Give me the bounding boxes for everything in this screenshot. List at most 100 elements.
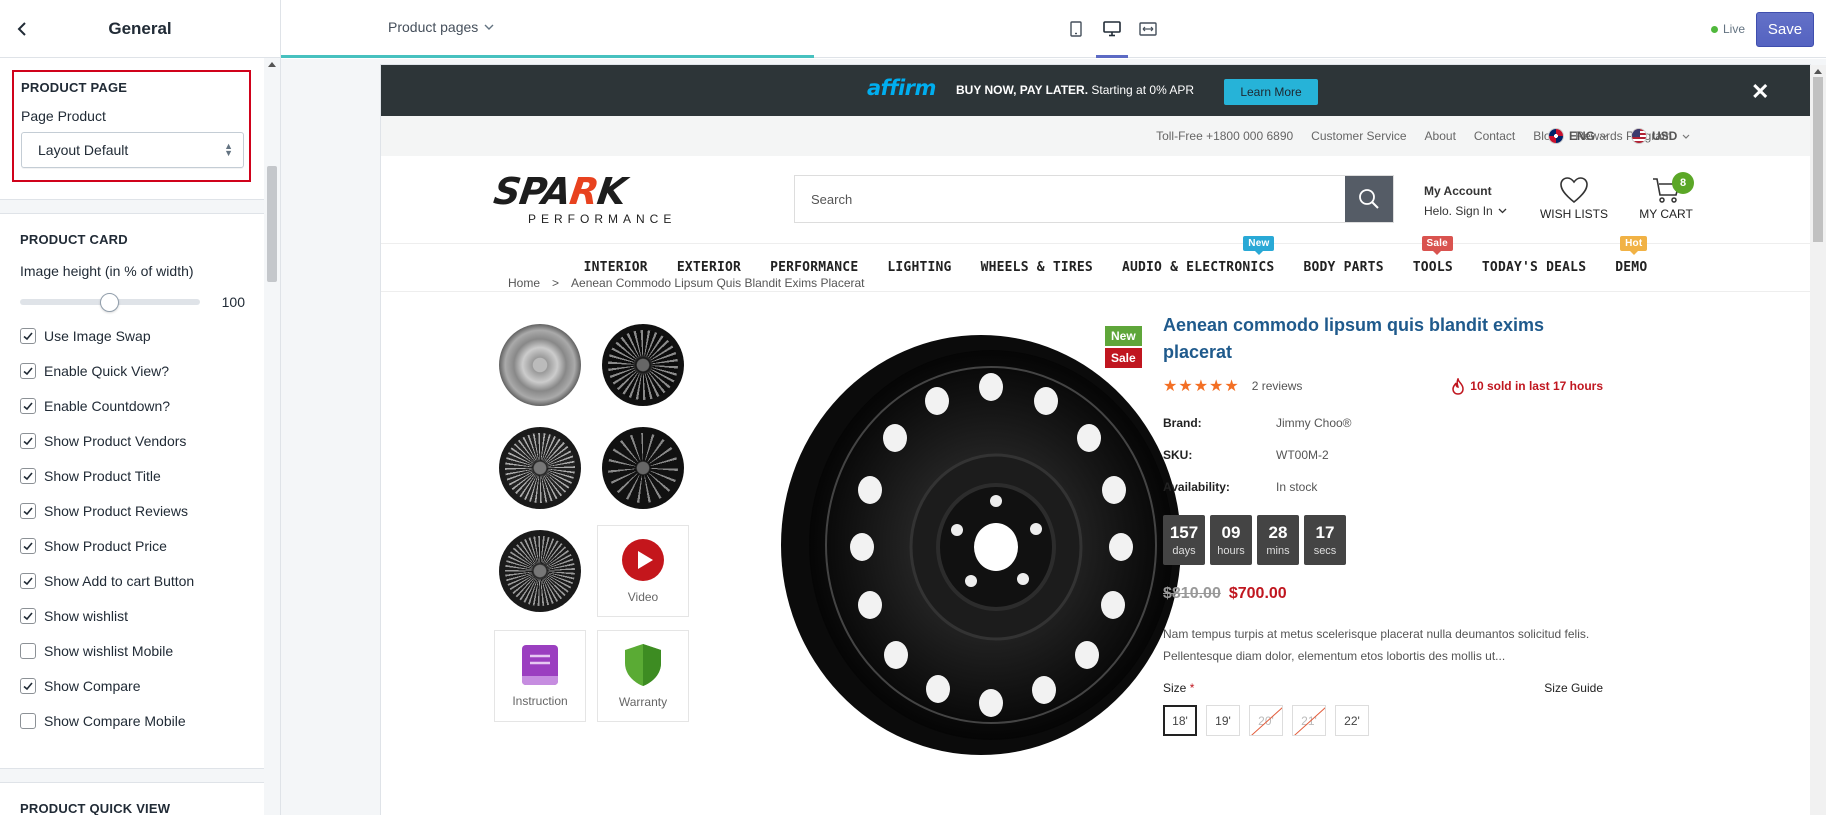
- option-enable-quick-view[interactable]: Enable Quick View?: [20, 353, 245, 388]
- slider-handle[interactable]: [100, 293, 119, 312]
- sale-badge: Sale: [1105, 348, 1142, 368]
- size-option[interactable]: 19': [1206, 705, 1240, 736]
- checkbox-unchecked[interactable]: [20, 712, 36, 729]
- page-product-select[interactable]: Layout Default ▲ ▼: [21, 132, 244, 168]
- checkmark-icon: [23, 331, 33, 340]
- option-label: Show Product Price: [44, 537, 167, 554]
- desktop-view-button[interactable]: [1096, 16, 1128, 58]
- thumbnail[interactable]: [597, 319, 689, 411]
- size-option[interactable]: 18': [1163, 705, 1197, 736]
- checkmark-icon: [23, 471, 33, 480]
- loading-progress-bar: [281, 55, 814, 58]
- checkbox-checked[interactable]: [20, 362, 36, 379]
- size-option[interactable]: 22': [1335, 705, 1369, 736]
- thumbnail[interactable]: [494, 525, 586, 617]
- checkbox-checked[interactable]: [20, 432, 36, 449]
- checkbox-checked[interactable]: [20, 537, 36, 554]
- breadcrumb-current: Aenean Commodo Lipsum Quis Blandit Exims…: [571, 276, 865, 290]
- countdown-hours: 09 hours: [1210, 515, 1252, 565]
- scrollbar-thumb[interactable]: [267, 166, 277, 282]
- thumbnail[interactable]: [597, 422, 689, 514]
- reviews-count[interactable]: 2 reviews: [1252, 379, 1303, 393]
- preview-canvas: affirm BUY NOW, PAY LATER. Starting at 0…: [281, 59, 1826, 815]
- warranty-thumbnail[interactable]: Warranty: [597, 630, 689, 722]
- card-options-list: Use Image Swap Enable Quick View? Enable C…: [20, 318, 245, 738]
- sidebar-title: General: [108, 18, 172, 38]
- live-dot-icon: [1711, 25, 1718, 33]
- video-thumbnail[interactable]: Video: [597, 525, 689, 617]
- size-guide-link[interactable]: Size Guide: [1544, 681, 1603, 695]
- select-arrows-icon: ▲ ▼: [224, 141, 233, 158]
- scrollbar-thumb[interactable]: [1813, 77, 1823, 242]
- countdown-timer: 157 days 09 hours 28 mins 17 secs: [1163, 515, 1603, 565]
- checkbox-checked[interactable]: [20, 677, 36, 694]
- chevron-left-icon: [17, 22, 26, 36]
- sold-text: 10 sold in last 17 hours: [1470, 379, 1603, 393]
- option-show-wishlist[interactable]: Show wishlist: [20, 598, 245, 633]
- product-main-image[interactable]: [751, 325, 1191, 765]
- size-header: Size * Size Guide: [1163, 681, 1603, 695]
- checkbox-unchecked[interactable]: [20, 642, 36, 659]
- sidebar-content: PRODUCT PAGE Page Product Layout Default…: [0, 58, 265, 815]
- product-area: Home > Aenean Commodo Lipsum Quis Blandi…: [381, 65, 1810, 815]
- instruction-thumbnail[interactable]: Instruction: [494, 630, 586, 722]
- fullwidth-view-button[interactable]: [1135, 16, 1161, 42]
- editor-toolbar: Product pages Live Save: [281, 0, 1826, 58]
- thumbnail[interactable]: [494, 422, 586, 514]
- breadcrumb-separator: >: [552, 276, 560, 290]
- option-show-compare[interactable]: Show Compare: [20, 668, 245, 703]
- option-enable-countdown[interactable]: Enable Countdown?: [20, 388, 245, 423]
- section-heading: PRODUCT CARD: [20, 232, 128, 247]
- wheel-thumb-image: [499, 427, 581, 509]
- sidebar-scrollbar[interactable]: [264, 58, 280, 815]
- save-button[interactable]: Save: [1756, 12, 1814, 47]
- countdown-days: 157 days: [1163, 515, 1205, 565]
- breadcrumb-home[interactable]: Home: [508, 276, 540, 290]
- option-show-compare-mobile[interactable]: Show Compare Mobile: [20, 703, 245, 738]
- option-show-product-vendors[interactable]: Show Product Vendors: [20, 423, 245, 458]
- thumbnail[interactable]: [494, 319, 586, 411]
- countdown-secs: 17 secs: [1304, 515, 1346, 565]
- image-height-label: Image height (in % of width): [20, 263, 194, 279]
- availability-value: In stock: [1276, 480, 1318, 494]
- option-show-wishlist-mobile[interactable]: Show wishlist Mobile: [20, 633, 245, 668]
- option-show-product-title[interactable]: Show Product Title: [20, 458, 245, 493]
- product-card-section: PRODUCT CARD Image height (in % of width…: [0, 214, 265, 769]
- checkmark-icon: [23, 436, 33, 445]
- image-height-slider[interactable]: [20, 293, 200, 312]
- checkbox-checked[interactable]: [20, 467, 36, 484]
- product-info: Aenean commodo lipsum quis blandit exims…: [1163, 312, 1603, 736]
- countdown-number: 28: [1268, 523, 1288, 542]
- highlight-box: PRODUCT PAGE Page Product Layout Default…: [12, 70, 251, 182]
- mobile-view-button[interactable]: [1063, 16, 1089, 42]
- status-label: Live: [1723, 22, 1746, 36]
- brand-value[interactable]: Jimmy Choo®: [1276, 416, 1352, 430]
- quick-view-section: PRODUCT QUICK VIEW: [0, 783, 265, 815]
- star-rating-icon[interactable]: ★★★★★: [1163, 376, 1240, 396]
- checkbox-checked[interactable]: [20, 502, 36, 519]
- theme-editor: General PRODUCT PAGE Page Product Layout…: [0, 0, 1826, 815]
- back-button[interactable]: [12, 18, 34, 40]
- option-use-image-swap[interactable]: Use Image Swap: [20, 318, 245, 353]
- scroll-up-arrow-icon[interactable]: [1814, 69, 1822, 74]
- warranty-label: Warranty: [618, 695, 668, 709]
- preview-scrollbar[interactable]: [1810, 65, 1826, 815]
- countdown-number: 09: [1221, 523, 1241, 542]
- countdown-unit: secs: [1313, 545, 1337, 557]
- option-show-add-to-cart-button[interactable]: Show Add to cart Button: [20, 563, 245, 598]
- checkbox-checked[interactable]: [20, 572, 36, 589]
- page-type-dropdown[interactable]: Product pages: [388, 19, 494, 35]
- checkbox-checked[interactable]: [20, 327, 36, 344]
- option-show-product-reviews[interactable]: Show Product Reviews: [20, 493, 245, 528]
- checkbox-checked[interactable]: [20, 397, 36, 414]
- checkbox-checked[interactable]: [20, 607, 36, 624]
- instruction-label: Instruction: [512, 694, 568, 708]
- option-label: Show Product Reviews: [44, 502, 188, 519]
- device-switcher: [1063, 16, 1161, 58]
- scroll-up-arrow-icon[interactable]: [268, 62, 276, 67]
- live-status: Live: [1711, 22, 1745, 36]
- image-height-slider-row: 100: [20, 292, 245, 312]
- sku-value: WT00M-2: [1276, 448, 1329, 462]
- section-heading: PRODUCT QUICK VIEW: [20, 801, 171, 815]
- option-show-product-price[interactable]: Show Product Price: [20, 528, 245, 563]
